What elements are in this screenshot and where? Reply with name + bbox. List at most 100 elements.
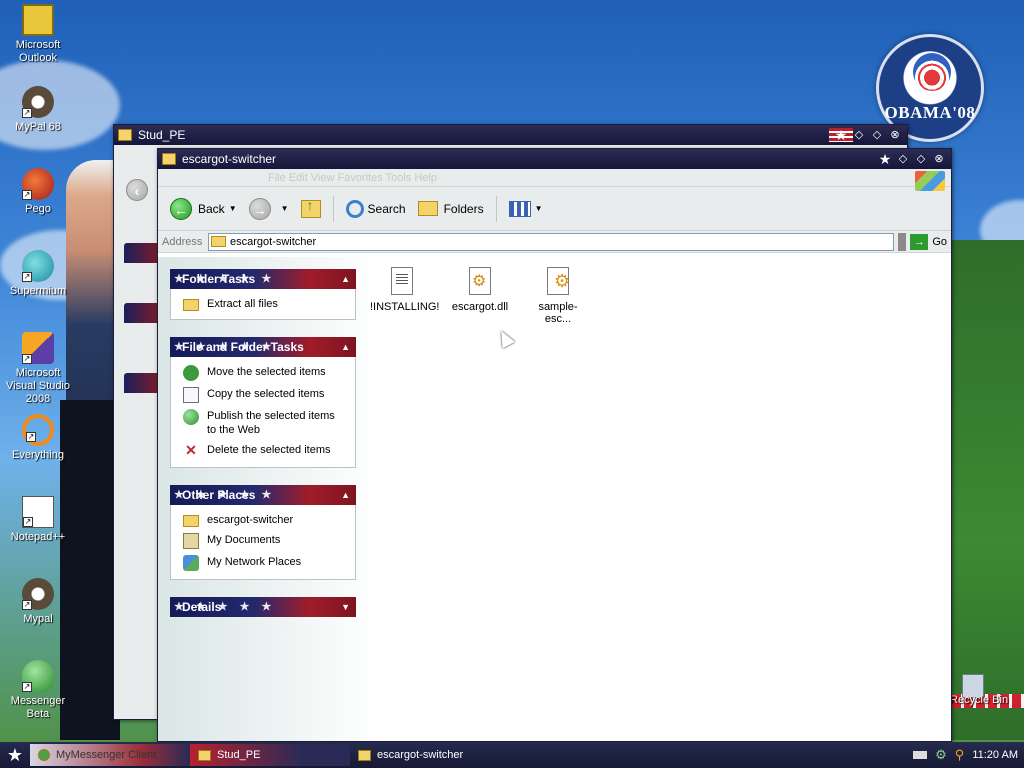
menu-bar[interactable]: File Edit View Favorites Tools Help — [158, 169, 951, 187]
views-button[interactable]: ▼ — [505, 194, 547, 224]
close-button[interactable]: ⊗ — [931, 151, 947, 167]
gear-icon[interactable]: ⚙ — [935, 747, 947, 763]
forward-arrow-icon: → — [248, 197, 271, 220]
clock[interactable]: 11:20 AM — [972, 749, 1018, 761]
minimize-button[interactable]: ◇ — [895, 151, 911, 167]
folder-content[interactable]: ★★★★★ Folder Tasks ▲ Extract all files ★… — [158, 257, 951, 741]
stud-pe-titlebar[interactable]: Stud_PE ★ ◇ ◇ ⊗ — [114, 125, 907, 145]
desktop-icon-label: Microsoft Outlook — [15, 39, 61, 64]
up-folder-icon: ↑ — [300, 197, 321, 218]
outlook-icon — [22, 4, 54, 36]
file-item[interactable]: !INSTALLING! — [370, 261, 439, 325]
everything-icon: ↗ — [22, 414, 54, 446]
taskbar-item-stud-pe[interactable]: Stud_PE — [190, 744, 350, 766]
standard-toolbar: ← Back ▼ → ▼ ↑ Search Folders ▼ — [158, 187, 951, 231]
address-dropdown-button[interactable] — [898, 232, 907, 251]
collapse-icon[interactable]: ▲ — [341, 337, 350, 357]
task-label: Delete the selected items — [207, 444, 331, 456]
window-title: escargot-switcher — [182, 152, 277, 166]
desktop-icon-mypal[interactable]: ↗ Mypal — [0, 578, 76, 626]
back-button[interactable]: ← Back ▼ — [166, 194, 241, 224]
details-header[interactable]: ★★★★★ Details ▼ — [170, 597, 356, 617]
search-icon[interactable]: ⚲ — [955, 747, 965, 763]
dll-file-icon — [469, 267, 491, 295]
file-item[interactable]: sample-esc... — [526, 261, 590, 325]
taskbar-item-label: escargot-switcher — [377, 749, 464, 761]
file-item[interactable]: escargot.dll — [448, 261, 512, 325]
desktop-icon-messenger[interactable]: ↗ Messenger Beta — [0, 660, 76, 721]
panel-title: Details — [182, 600, 222, 614]
address-value: escargot-switcher — [230, 235, 317, 248]
my-documents-icon — [183, 533, 199, 549]
other-places-panel: ★★★★★ Other Places ▲ escargot-switcher M… — [170, 485, 356, 580]
config-file-icon — [547, 267, 570, 295]
desktop-icon-everything[interactable]: ↗ Everything — [0, 414, 76, 462]
move-icon — [183, 365, 199, 381]
desktop-icon-mypal68[interactable]: ↗ MyPal 68 — [0, 86, 76, 134]
system-tray: ⚙ ⚲ 11:20 AM — [913, 747, 1024, 763]
task-delete[interactable]: ✕ Delete the selected items — [183, 443, 349, 459]
desktop-icon-pego[interactable]: ↗ Pego — [0, 168, 76, 216]
other-places-header[interactable]: ★★★★★ Other Places ▲ — [170, 485, 356, 505]
expand-icon[interactable]: ▼ — [341, 597, 350, 617]
up-folder-button[interactable]: ↑ — [297, 194, 325, 224]
explorer-titlebar[interactable]: escargot-switcher ★ ◇ ◇ ⊗ — [158, 149, 951, 169]
search-label: Search — [367, 201, 406, 216]
keyboard-icon[interactable] — [913, 751, 928, 759]
desktop-icon-label: Messenger Beta — [10, 695, 66, 720]
taskbar: ★ MyMessenger Client Stud_PE escargot-sw… — [0, 742, 1024, 768]
desktop-icon-supermium[interactable]: ↗ Supermium — [0, 250, 76, 298]
text-file-icon — [391, 267, 413, 295]
messenger-icon — [38, 749, 50, 761]
task-copy[interactable]: Copy the selected items — [183, 387, 349, 403]
file-name: !INSTALLING! — [370, 301, 440, 313]
forward-button[interactable]: → ▼ — [245, 194, 293, 224]
folder-tasks-header[interactable]: ★★★★★ Folder Tasks ▲ — [170, 269, 356, 289]
delete-icon: ✕ — [185, 442, 197, 458]
recycle-bin-label: Recycle Bin — [950, 694, 1009, 706]
desktop-icon-label: Pego — [25, 203, 51, 215]
task-extract-all[interactable]: Extract all files — [183, 297, 349, 311]
place-my-documents[interactable]: My Documents — [183, 533, 349, 549]
desktop-icon-notepadpp[interactable]: ↗ Notepad++ — [0, 496, 76, 544]
address-label: Address — [162, 235, 203, 248]
copy-icon — [183, 387, 199, 403]
desktop-icon-visual-studio[interactable]: ↗ Microsoft Visual Studio 2008 — [0, 332, 76, 406]
maximize-button[interactable]: ◇ — [869, 127, 885, 143]
search-button[interactable]: Search — [342, 194, 410, 224]
file-name: escargot.dll — [451, 301, 509, 313]
chevron-down-icon[interactable]: ▼ — [535, 204, 543, 213]
desktop-icon-label: Everything — [12, 449, 64, 461]
folder-icon — [358, 749, 371, 761]
window-title: Stud_PE — [138, 128, 186, 142]
supermium-icon: ↗ — [22, 250, 54, 282]
campaign-logo-icon — [913, 53, 951, 91]
chevron-down-icon[interactable]: ▼ — [281, 204, 289, 213]
taskbar-item-escargot-switcher[interactable]: escargot-switcher — [350, 744, 510, 766]
taskbar-item-messenger[interactable]: MyMessenger Client — [30, 744, 190, 766]
start-button[interactable]: ★ — [0, 742, 30, 768]
address-input[interactable]: escargot-switcher — [208, 232, 895, 251]
place-escargot-switcher[interactable]: escargot-switcher — [183, 513, 349, 527]
notepad-icon: ↗ — [22, 496, 54, 528]
folders-label: Folders — [443, 201, 484, 216]
task-publish[interactable]: Publish the selected items to the Web — [183, 409, 349, 437]
chevron-down-icon[interactable]: ▼ — [229, 204, 237, 213]
place-label: escargot-switcher — [207, 514, 294, 526]
desktop-icon-outlook[interactable]: Microsoft Outlook — [0, 4, 76, 65]
place-my-network-places[interactable]: My Network Places — [183, 555, 349, 571]
file-folder-tasks-header[interactable]: ★★★★★ File and Folder Tasks ▲ — [170, 337, 356, 357]
close-button[interactable]: ⊗ — [887, 127, 903, 143]
collapse-icon[interactable]: ▲ — [341, 485, 350, 505]
go-button[interactable]: → Go — [910, 233, 947, 250]
explorer-window[interactable]: escargot-switcher ★ ◇ ◇ ⊗ File Edit View… — [157, 148, 952, 742]
folders-button[interactable]: Folders — [414, 194, 488, 224]
task-move[interactable]: Move the selected items — [183, 365, 349, 381]
folder-icon — [198, 749, 211, 761]
folders-icon — [417, 201, 438, 216]
maximize-button[interactable]: ◇ — [913, 151, 929, 167]
globe-icon — [183, 409, 199, 425]
minimize-button[interactable]: ◇ — [851, 127, 867, 143]
folder-tasks-panel: ★★★★★ Folder Tasks ▲ Extract all files — [170, 269, 356, 320]
collapse-icon[interactable]: ▲ — [341, 269, 350, 289]
